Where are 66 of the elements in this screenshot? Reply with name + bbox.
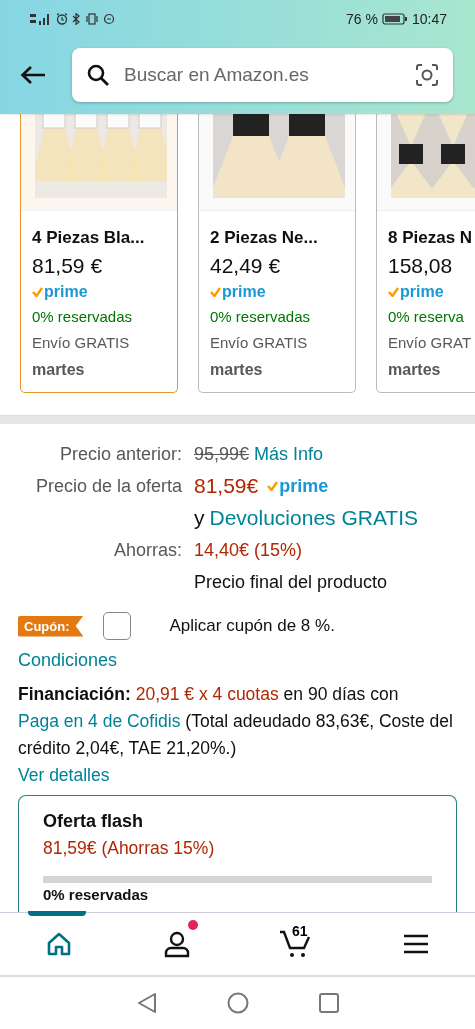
search-bar[interactable]: Buscar en Amazon.es (72, 48, 453, 102)
product-price: 42,49 € (210, 253, 282, 279)
clock-time: 10:47 (411, 11, 447, 27)
price-label: Ahorras: (112, 539, 182, 562)
home-nav-button[interactable] (226, 992, 249, 1014)
cofidis-link[interactable]: Paga en 4 de Cofidis (18, 711, 181, 731)
coupon-label: Aplicar cupón de 8 %. (169, 616, 335, 636)
product-title: 2 Piezas Ne... (210, 227, 319, 249)
free-returns-link[interactable]: Devoluciones GRATIS (209, 502, 419, 534)
price-label: Precio de la oferta (34, 475, 182, 498)
nav-tab[interactable]: 61 (237, 913, 357, 975)
returns-prefix: y (194, 505, 205, 531)
prime-logo: prime (222, 282, 266, 302)
battery-percent: 76 % (346, 11, 378, 27)
product-price: 158,08 (388, 253, 454, 279)
details-link[interactable]: Ver detalles (18, 765, 110, 785)
coupon-tag: Cupón: (18, 615, 84, 637)
conditions-link[interactable]: Condiciones (18, 650, 118, 671)
checkmark-icon (267, 481, 279, 491)
prime-logo: prime (400, 282, 444, 302)
active-indicator (28, 911, 86, 916)
shipping-text: Envío GRATIS (32, 333, 131, 353)
vibrate-icon (85, 13, 99, 25)
more-info-link[interactable]: Más Info (254, 438, 324, 470)
delivery-day: martes (388, 356, 475, 384)
recents-nav-button[interactable] (318, 993, 339, 1013)
checkmark-icon (32, 287, 43, 297)
bluetooth-icon (72, 13, 81, 25)
camera-scan-icon[interactable] (415, 63, 439, 87)
checkmark-icon (210, 287, 221, 297)
savings-amount: 14,40€ (15%) (194, 539, 304, 562)
flash-deal-price: 81,59€ (Ahorras 15%) (43, 837, 216, 860)
final-price-note: Precio final del producto (194, 571, 389, 594)
back-nav-button[interactable] (136, 992, 157, 1014)
delivery-day: martes (32, 356, 169, 384)
battery-icon (381, 13, 408, 25)
shipping-text: Envío GRAT (388, 333, 473, 353)
search-field[interactable]: Buscar en Amazon.es (122, 63, 403, 87)
delivery-day: martes (210, 356, 347, 384)
flash-deal-title: Oferta flash (43, 810, 145, 833)
financing-text: Financiación: 20,91 € x 4 cuotas en 90 días con Paga en 4 de Cofidis (Total adeudado 83,63€, Coste del crédito 2,04€, TAE 21,20%.) (18, 683, 454, 760)
coupon-checkbox[interactable] (103, 612, 132, 640)
search-icon (86, 63, 110, 87)
price-label: Precio anterior: (58, 443, 182, 466)
claimed-percent: 0% reserva (388, 307, 465, 327)
home-icon (46, 931, 73, 957)
product-card[interactable]: 8 Piezas N 158,08 prime 0% reserva Envío GRAT martes (376, 114, 475, 393)
product-price: 81,59 € (32, 253, 104, 279)
alarm-icon (56, 13, 68, 25)
product-card[interactable]: 4 Piezas Bla... 81,59 € prime 0% reservadas Envío GRATIS martes (20, 114, 178, 393)
product-title: 8 Piezas N (388, 227, 474, 249)
claimed-percent: 0% reservadas (43, 886, 150, 904)
menu-icon (402, 934, 429, 954)
product-card[interactable]: 2 Piezas Ne... 42,49 € prime 0% reservadas Envío GRATIS martes (198, 114, 356, 393)
claimed-percent: 0% reservadas (210, 307, 312, 327)
prime-logo: prime (44, 282, 88, 302)
claimed-percent: 0% reservadas (32, 307, 134, 327)
cart-count: 61 (291, 923, 308, 939)
message-icon (103, 13, 115, 25)
previous-price: 95,99€ (194, 443, 250, 466)
shipping-text: Envío GRATIS (210, 333, 309, 353)
signal-icon (30, 13, 52, 25)
checkmark-icon (388, 287, 399, 297)
prime-logo: prime (279, 475, 329, 498)
product-title: 4 Piezas Bla... (32, 227, 146, 249)
deal-price: 81,59€ (194, 473, 259, 499)
